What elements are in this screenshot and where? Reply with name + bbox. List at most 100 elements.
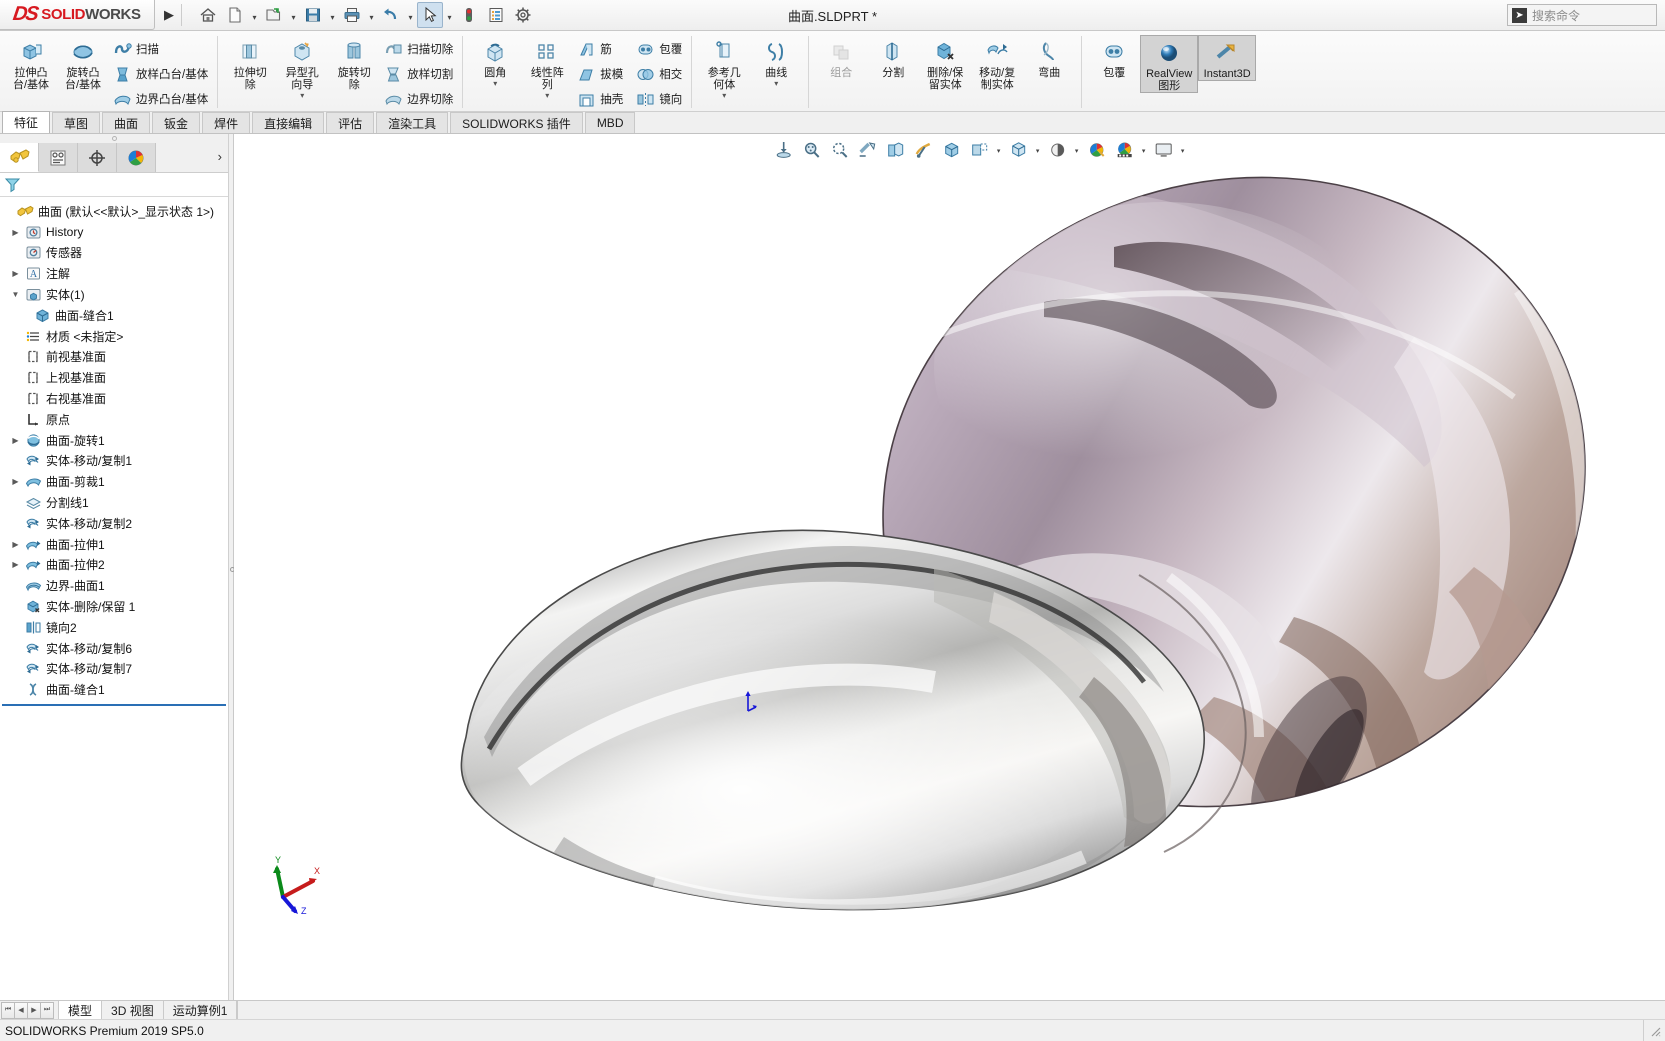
shell-button[interactable]: 抽壳 <box>573 87 626 111</box>
new-document-dropdown-caret-icon[interactable]: ▾ <box>249 2 260 28</box>
tree-item-move-copy7[interactable]: 实体-移动/复制7 <box>0 659 228 680</box>
new-document-icon[interactable] <box>222 2 248 28</box>
rollback-bar[interactable] <box>2 704 226 707</box>
tree-item-surface-knit1[interactable]: 曲面-缝合1 <box>0 679 228 700</box>
extrude-boss-button[interactable]: 拉伸凸 台/基体 <box>5 35 57 91</box>
lofted-cut-button[interactable]: 放样切割 <box>380 62 456 86</box>
tab-next-button[interactable]: ▶ <box>27 1001 41 1019</box>
undo-dropdown-caret-icon[interactable]: ▾ <box>405 2 416 28</box>
configuration-manager-tab[interactable] <box>78 143 117 172</box>
tree-item-move-copy6[interactable]: 实体-移动/复制6 <box>0 638 228 659</box>
split-button[interactable]: 分割 <box>867 35 919 79</box>
feature-manager-tab[interactable] <box>0 143 39 172</box>
tab-features[interactable]: 特征 <box>2 111 51 133</box>
tree-item-annotations[interactable]: ▶ A 注解 <box>0 263 228 284</box>
curves-button[interactable]: 曲线 ▾ <box>750 35 802 88</box>
home-icon[interactable] <box>195 2 221 28</box>
save-dropdown-caret-icon[interactable]: ▾ <box>327 2 338 28</box>
feature-tree[interactable]: 曲面 (默认<<默认>_显示状态 1>) ▶ History 传感器 ▶ A 注… <box>0 197 228 1000</box>
tree-arrow-history-icon[interactable]: ▶ <box>8 228 23 237</box>
tab-last-button[interactable]: ⏭ <box>40 1001 54 1019</box>
wrap-button[interactable]: 包覆 <box>632 37 685 61</box>
tab-sketch[interactable]: 草图 <box>52 112 101 133</box>
tree-item-surface-extrude2[interactable]: ▶ 曲面-拉伸2 <box>0 555 228 576</box>
doc-tab-3d-views[interactable]: 3D 视图 <box>102 1001 164 1019</box>
tree-arrow-trim-icon[interactable]: ▶ <box>8 477 23 486</box>
boundary-boss-button[interactable]: 边界凸台/基体 <box>109 87 211 111</box>
tree-item-right-plane[interactable]: 右视基准面 <box>0 388 228 409</box>
rib-button[interactable]: 筋 <box>573 37 626 61</box>
tree-arrow-revolve-icon[interactable]: ▶ <box>8 436 23 445</box>
swept-cut-button[interactable]: 扫描切除 <box>380 37 456 61</box>
tree-item-surface-extrude1[interactable]: ▶ 曲面-拉伸1 <box>0 534 228 555</box>
combine-button[interactable]: 组合 <box>815 35 867 79</box>
tree-item-material[interactable]: 材质 <未指定> <box>0 326 228 347</box>
revolve-boss-button[interactable]: 旋转凸 台/基体 <box>57 35 109 91</box>
doc-tab-motion-study[interactable]: 运动算例1 <box>164 1001 238 1019</box>
hole-wizard-dropdown-caret-icon[interactable]: ▾ <box>300 92 304 100</box>
tab-prev-button[interactable]: ◀ <box>14 1001 28 1019</box>
select-dropdown-caret-icon[interactable]: ▾ <box>444 2 455 28</box>
tab-first-button[interactable]: ⏮ <box>1 1001 15 1019</box>
tree-root-part[interactable]: 曲面 (默认<<默认>_显示状态 1>) <box>0 201 228 222</box>
realview-graphics-button[interactable]: RealView 图形 <box>1140 35 1199 93</box>
tab-evaluate[interactable]: 评估 <box>326 112 375 133</box>
graphics-viewport[interactable]: ▾ ▾ ▾ ▾ ▾ Y X Z <box>234 134 1665 1000</box>
extrude-cut-button[interactable]: 拉伸切 除 <box>224 35 276 91</box>
manager-tab-expand-arrow-icon[interactable]: › <box>218 149 222 164</box>
tree-item-top-plane[interactable]: 上视基准面 <box>0 367 228 388</box>
tree-item-history[interactable]: ▶ History <box>0 222 228 243</box>
sweep-button[interactable]: 扫描 <box>109 37 211 61</box>
tab-render-tools[interactable]: 渲染工具 <box>376 112 449 133</box>
tree-item-origin[interactable]: 原点 <box>0 409 228 430</box>
linear-pattern-button[interactable]: 线性阵 列 ▾ <box>521 35 573 100</box>
save-icon[interactable] <box>300 2 326 28</box>
fillet-dropdown-caret-icon[interactable]: ▾ <box>493 80 497 88</box>
hole-wizard-button[interactable]: 异型孔 向导 ▾ <box>276 35 328 100</box>
tree-item-mirror2[interactable]: 镜向2 <box>0 617 228 638</box>
options-gear-icon[interactable] <box>510 2 536 28</box>
tree-item-move-copy2[interactable]: 实体-移动/复制2 <box>0 513 228 534</box>
tree-arrow-extrude2-icon[interactable]: ▶ <box>8 560 23 569</box>
revolve-cut-button[interactable]: 旋转切 除 <box>328 35 380 91</box>
curves-dropdown-caret-icon[interactable]: ▾ <box>774 80 778 88</box>
feature-tree-filter[interactable] <box>0 173 228 197</box>
linear-pattern-dropdown-caret-icon[interactable]: ▾ <box>545 92 549 100</box>
panel-grip-handle[interactable] <box>0 134 228 143</box>
tree-arrow-bodies-icon[interactable]: ▼ <box>8 290 23 299</box>
model-render[interactable]: Y X Z <box>234 134 1665 1000</box>
instant3d-button[interactable]: Instant3D <box>1198 35 1257 81</box>
tree-arrow-extrude1-icon[interactable]: ▶ <box>8 540 23 549</box>
delete-keep-body-button[interactable]: 删除/保 留实体 <box>919 35 971 91</box>
solidworks-logo[interactable]: DS SOLIDWORKS <box>0 0 155 30</box>
tab-sheet-metal[interactable]: 钣金 <box>152 112 201 133</box>
tree-item-surface-trim1[interactable]: ▶ 曲面-剪裁1 <box>0 471 228 492</box>
property-manager-tab[interactable] <box>39 143 78 172</box>
tab-mbd[interactable]: MBD <box>584 112 636 133</box>
open-document-dropdown-caret-icon[interactable]: ▾ <box>288 2 299 28</box>
print-icon[interactable] <box>339 2 365 28</box>
tree-item-boundary-surface1[interactable]: 边界-曲面1 <box>0 575 228 596</box>
file-properties-icon[interactable] <box>483 2 509 28</box>
reference-geometry-button[interactable]: 参考几 何体 ▾ <box>698 35 750 100</box>
intersect-button[interactable]: 相交 <box>632 62 685 86</box>
fillet-button[interactable]: 圆角 ▾ <box>469 35 521 88</box>
flex-button[interactable]: 弯曲 <box>1023 35 1075 79</box>
loft-button[interactable]: 放样凸台/基体 <box>109 62 211 86</box>
tree-item-body[interactable]: 曲面-缝合1 <box>0 305 228 326</box>
tab-weldments[interactable]: 焊件 <box>202 112 251 133</box>
tree-item-move-copy1[interactable]: 实体-移动/复制1 <box>0 451 228 472</box>
rebuild-icon[interactable] <box>456 2 482 28</box>
tab-surfaces[interactable]: 曲面 <box>102 112 151 133</box>
draft-button[interactable]: 拔模 <box>573 62 626 86</box>
display-manager-tab[interactable] <box>117 143 156 172</box>
tree-item-sensors[interactable]: 传感器 <box>0 243 228 264</box>
tree-item-solid-bodies[interactable]: ▼ 实体(1) <box>0 284 228 305</box>
doc-tab-model[interactable]: 模型 <box>58 1001 103 1019</box>
tree-item-front-plane[interactable]: 前视基准面 <box>0 347 228 368</box>
print-dropdown-caret-icon[interactable]: ▾ <box>366 2 377 28</box>
mirror-button[interactable]: 镜向 <box>632 87 685 111</box>
reference-geometry-dropdown-caret-icon[interactable]: ▾ <box>722 92 726 100</box>
menu-expand-arrow-icon[interactable]: ▶ <box>164 7 174 23</box>
tree-item-delete-keep1[interactable]: 实体-删除/保留 1 <box>0 596 228 617</box>
